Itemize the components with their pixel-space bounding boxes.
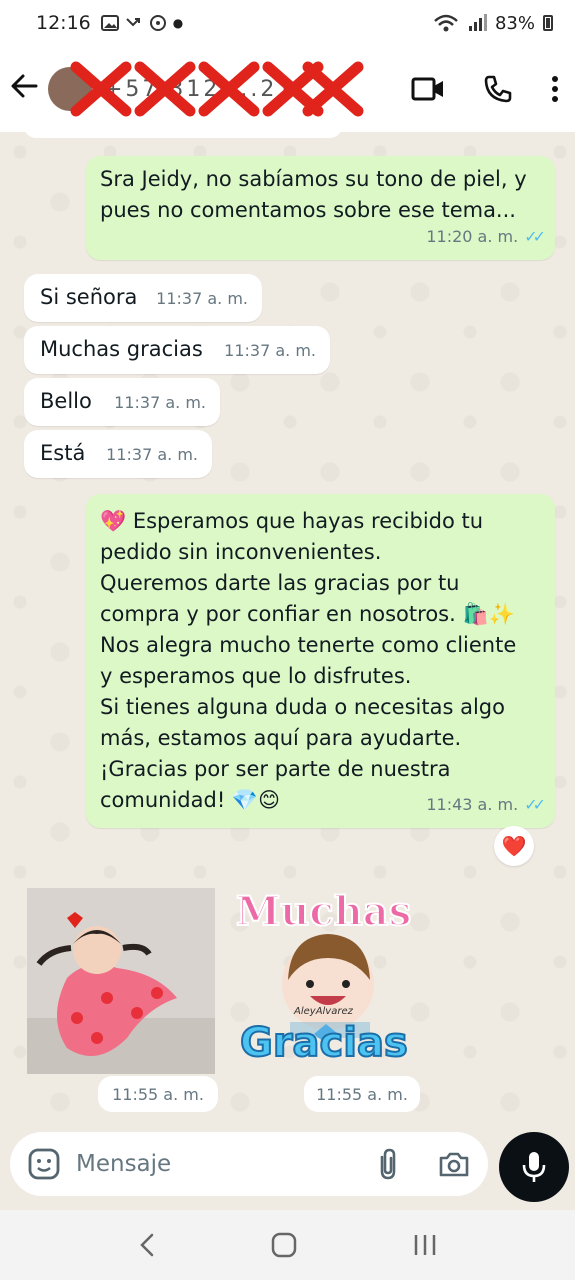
message-meta: 11:37 a. m. [224, 335, 316, 366]
wifi-icon [434, 14, 458, 32]
sticker-time: 11:55 a. m. [304, 1076, 420, 1112]
message-meta: 11:20 a. m. ✓✓ [426, 221, 546, 252]
nav-home-icon[interactable] [271, 1232, 297, 1258]
battery-icon [543, 15, 553, 31]
message-bubble-incoming[interactable]: Si señora 11:37 a. m. [24, 274, 262, 322]
notification-icons: ● [100, 14, 184, 32]
reaction-emoji: ❤️ [501, 834, 527, 858]
message-bubble-outgoing[interactable]: 💖 Esperamos que hayas recibido tu pedido… [86, 494, 555, 828]
nav-recents-icon[interactable] [412, 1232, 438, 1258]
sticker-icon[interactable] [28, 1148, 60, 1180]
message-input-field[interactable]: Mensaje [76, 1151, 171, 1177]
photo-time: 11:55 a. m. [98, 1076, 218, 1112]
message-text: Está [40, 441, 86, 465]
previous-message-stub [24, 132, 342, 138]
message-meta: 11:37 a. m. [114, 387, 206, 418]
message-time: 11:55 a. m. [316, 1084, 408, 1104]
phone-icon[interactable] [483, 74, 513, 104]
message-bubble-incoming[interactable]: Está 11:37 a. m. [24, 430, 212, 478]
message-meta: 11:37 a. m. [156, 283, 248, 314]
attach-icon[interactable] [376, 1147, 400, 1181]
signal-icon [468, 14, 487, 31]
redaction-marks [70, 61, 364, 117]
mic-icon [522, 1152, 546, 1182]
message-time: 11:55 a. m. [112, 1084, 204, 1104]
video-call-icon[interactable] [411, 76, 445, 102]
battery-percent: 83% [494, 12, 535, 34]
message-line: pedido sin inconvenientes. [100, 540, 382, 564]
message-time: 11:43 a. m. [426, 795, 519, 814]
read-ticks-icon: ✓✓ [524, 795, 546, 814]
message-input-bar[interactable]: Mensaje [10, 1132, 488, 1196]
message-bubble-outgoing[interactable]: Sra Jeidy, no sabíamos su tono de piel, … [86, 156, 555, 260]
message-line: más, estamos aquí para ayudarte. [100, 726, 462, 750]
system-nav-bar [0, 1210, 575, 1280]
message-line: y esperamos que lo disfrutes. [100, 664, 412, 688]
status-time: 12:16 [36, 12, 91, 34]
chat-header: +57 312 ...21 [0, 46, 575, 132]
photo-girl-dancing [27, 888, 215, 1074]
mic-button[interactable] [499, 1132, 569, 1202]
whatsapp-icon [149, 15, 166, 31]
message-line: compra y por confiar en nosotros. 🛍️✨ [100, 602, 515, 626]
read-ticks-icon: ✓✓ [524, 227, 546, 246]
message-time: 11:37 a. m. [114, 393, 206, 412]
message-meta: 11:43 a. m. ✓✓ [426, 789, 546, 820]
message-line: Si tienes alguna duda o necesitas algo [100, 695, 505, 719]
dot-indicator: ● [172, 16, 184, 30]
message-text: Si señora [40, 285, 138, 309]
message-bubble-incoming[interactable]: Bello 11:37 a. m. [24, 378, 220, 426]
sticker-text-bottom: Gracias [239, 1019, 409, 1067]
message-meta: 11:37 a. m. [106, 439, 198, 470]
message-text: Bello [40, 389, 92, 413]
message-line: ¡Gracias por ser parte de nuestra [100, 757, 451, 781]
nav-back-icon[interactable] [137, 1232, 157, 1258]
sticker-text-top: Muchas [235, 887, 412, 936]
message-time: 11:37 a. m. [156, 289, 248, 308]
gallery-icon [100, 15, 119, 31]
more-options-icon[interactable] [551, 75, 559, 103]
missed-call-icon [126, 18, 140, 27]
message-text: Muchas gracias [40, 337, 203, 361]
message-time: 11:20 a. m. [426, 227, 519, 246]
contact-name[interactable]: +57 312 ...21 [70, 61, 364, 117]
message-time: 11:37 a. m. [224, 341, 316, 360]
sticker-message[interactable]: Muchas AleyAlvarez Gracias [230, 884, 430, 1084]
sticker-signature: AleyAlvarez [294, 1006, 353, 1017]
message-time: 11:37 a. m. [106, 445, 198, 464]
message-line: Queremos darte las gracias por tu [100, 571, 460, 595]
reaction-heart[interactable]: ❤️ [494, 826, 534, 866]
status-bar: 12:16 ● 83% [0, 0, 575, 46]
chat-area[interactable]: Sra Jeidy, no sabíamos su tono de piel, … [0, 132, 575, 1132]
message-text: Sra Jeidy, no sabíamos su tono de piel, … [100, 167, 527, 222]
back-arrow-icon[interactable] [10, 70, 44, 108]
photo-message[interactable] [27, 888, 215, 1074]
message-line: Nos alegra mucho tenerte como cliente [100, 633, 517, 657]
message-bubble-incoming[interactable]: Muchas gracias 11:37 a. m. [24, 326, 330, 374]
camera-icon[interactable] [438, 1150, 470, 1178]
message-line: 💖 Esperamos que hayas recibido tu [100, 509, 484, 533]
